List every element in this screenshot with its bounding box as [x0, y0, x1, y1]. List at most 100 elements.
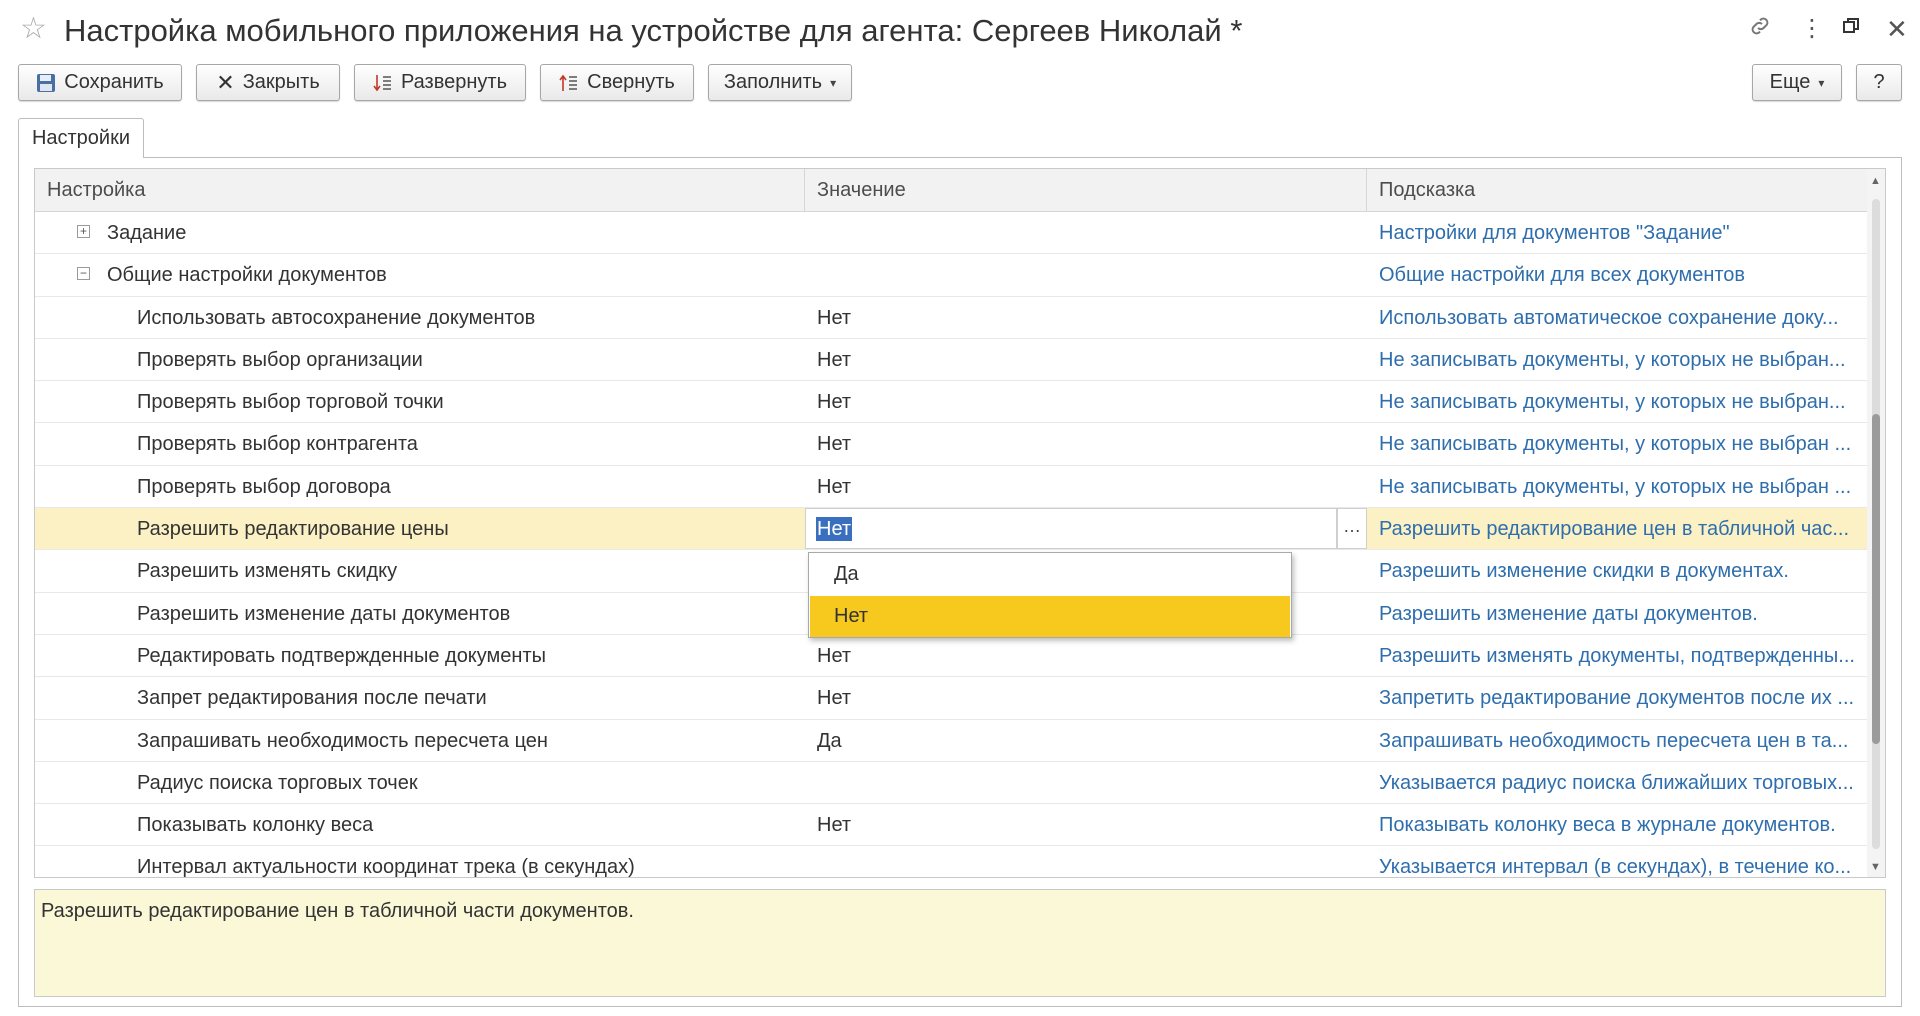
setting-value[interactable] [817, 846, 1357, 877]
setting-value[interactable]: Нет [817, 677, 1357, 719]
setting-hint: Не записывать документы, у которых не вы… [1379, 348, 1846, 371]
scroll-up-icon[interactable]: ▲ [1870, 175, 1881, 187]
chevron-down-icon: ▾ [1818, 75, 1825, 90]
setting-name: Редактировать подтвержденные документы [137, 644, 547, 667]
table-row[interactable]: Запрет редактирования после печати Нет З… [35, 677, 1867, 720]
toolbar: Сохранить ✕ Закрыть Развернуть Свернуть … [0, 62, 1920, 104]
fill-button[interactable]: Заполнить ▾ [708, 64, 852, 101]
floppy-disk-icon [36, 73, 56, 93]
tab-settings-label: Настройки [31, 127, 131, 149]
table-row[interactable]: Интервал актуальности координат трека (в… [35, 846, 1867, 878]
setting-value[interactable]: Нет [817, 804, 1357, 846]
setting-value[interactable] [817, 254, 1357, 296]
setting-value[interactable]: Да [817, 720, 1357, 762]
table-header: Настройка Значение Подсказка [35, 169, 1867, 212]
help-label: ? [1873, 71, 1885, 93]
fill-label: Заполнить [723, 71, 823, 93]
star-icon[interactable]: ☆ [20, 12, 47, 46]
setting-name: Проверять выбор организации [137, 348, 423, 371]
column-header-setting[interactable]: Настройка [35, 169, 805, 211]
setting-name: Разрешить редактирование цены [137, 518, 449, 541]
setting-hint: Общие настройки для всех документов [1379, 264, 1746, 287]
setting-hint: Показывать колонку веса в журнале докуме… [1379, 814, 1836, 837]
setting-value[interactable]: Нет [817, 466, 1357, 508]
table-row[interactable]: Запрашивать необходимость пересчета цен … [35, 720, 1867, 762]
setting-value[interactable] [817, 762, 1357, 804]
table-body: + Задание Настройки для документов "Зада… [35, 212, 1867, 878]
setting-hint: Указывается радиус поиска ближайших торг… [1379, 771, 1854, 794]
setting-value[interactable]: Нет [817, 635, 1357, 677]
setting-value[interactable]: Нет [817, 339, 1357, 381]
dropdown-option-yes[interactable]: Да [810, 554, 1290, 595]
more-button[interactable]: Еще ▾ [1752, 64, 1842, 101]
collapse-tree-icon [559, 73, 579, 93]
more-vertical-icon[interactable]: ⋮ [1800, 14, 1824, 44]
table-row[interactable]: + Задание Настройки для документов "Зада… [35, 212, 1867, 255]
scroll-thumb[interactable] [1872, 414, 1880, 744]
tab-settings[interactable]: Настройки [18, 118, 144, 158]
setting-name: Использовать автосохранение документов [137, 306, 536, 329]
dropdown-option-no[interactable]: Нет [810, 596, 1290, 637]
setting-name: Общие настройки документов [107, 264, 387, 287]
table-row[interactable]: Использовать автосохранение документов Н… [35, 297, 1867, 339]
close-icon[interactable]: ✕ [1886, 14, 1908, 44]
expand-label: Развернуть [400, 71, 507, 93]
table-row-selected[interactable]: Разрешить редактирование цены Нет … Разр… [35, 508, 1867, 551]
setting-name: Задание [107, 222, 187, 244]
setting-name: Радиус поиска торговых точек [137, 771, 418, 794]
link-icon[interactable] [1748, 14, 1772, 46]
setting-name: Проверять выбор договора [137, 475, 391, 498]
setting-hint: Разрешить изменять документы, подтвержде… [1379, 644, 1855, 667]
setting-hint: Разрешить редактирование цен в табличной… [1379, 518, 1850, 541]
table-row[interactable]: − Общие настройки документов Общие настр… [35, 254, 1867, 297]
setting-hint: Запрашивать необходимость пересчета цен … [1379, 729, 1849, 752]
close-button[interactable]: ✕ Закрыть [196, 64, 340, 101]
setting-value[interactable]: Нет [817, 381, 1357, 423]
setting-hint: Не записывать документы, у которых не вы… [1379, 433, 1852, 456]
table-row[interactable]: Показывать колонку веса Нет Показывать к… [35, 804, 1867, 847]
table-row[interactable]: Проверять выбор организации Нет Не запис… [35, 339, 1867, 382]
setting-hint: Указывается интервал (в секундах), в теч… [1379, 856, 1852, 878]
table-row[interactable]: Проверять выбор контрагента Нет Не запис… [35, 423, 1867, 466]
setting-name: Запрет редактирования после печати [137, 687, 487, 710]
collapse-label: Свернуть [587, 71, 675, 93]
select-dots-button[interactable]: … [1337, 508, 1367, 550]
setting-name: Проверять выбор торговой точки [137, 391, 444, 414]
restore-window-icon[interactable] [1842, 14, 1860, 44]
table-row[interactable]: Редактировать подтвержденные документы Н… [35, 635, 1867, 678]
setting-value[interactable]: Нет [817, 297, 1357, 339]
value-editor-input[interactable]: Нет [805, 508, 1337, 550]
setting-value[interactable]: Нет [817, 423, 1357, 465]
selected-value-text: Нет [816, 517, 853, 542]
table-row[interactable]: Радиус поиска торговых точек Указывается… [35, 762, 1867, 805]
setting-hint: Разрешить изменение даты документов. [1379, 602, 1758, 625]
setting-hint: Не записывать документы, у которых не вы… [1379, 475, 1852, 498]
setting-hint: Использовать автоматическое сохранение д… [1379, 306, 1839, 329]
setting-name: Интервал актуальности координат трека (в… [137, 856, 635, 878]
title-bar: ☆ Настройка мобильного приложения на уст… [0, 0, 1920, 60]
setting-name: Запрашивать необходимость пересчета цен [137, 729, 548, 752]
more-label: Еще [1769, 71, 1811, 93]
column-header-value[interactable]: Значение [805, 169, 1367, 211]
collapse-button[interactable]: Свернуть [540, 64, 694, 101]
chevron-down-icon: ▾ [830, 75, 837, 90]
column-header-hint[interactable]: Подсказка [1367, 169, 1867, 211]
setting-hint: Не записывать документы, у которых не вы… [1379, 391, 1846, 414]
setting-hint: Разрешить изменение скидки в документах. [1379, 560, 1789, 583]
x-icon: ✕ [216, 69, 235, 95]
scroll-down-icon[interactable]: ▼ [1870, 861, 1881, 873]
save-label: Сохранить [64, 71, 164, 93]
setting-name: Разрешить изменять скидку [137, 560, 398, 583]
table-row[interactable]: Проверять выбор договора Нет Не записыва… [35, 466, 1867, 509]
setting-value[interactable] [817, 212, 1357, 254]
window-title: Настройка мобильного приложения на устро… [64, 13, 1243, 48]
table-row[interactable]: Проверять выбор торговой точки Нет Не за… [35, 381, 1867, 424]
setting-hint: Запретить редактирование документов посл… [1379, 687, 1855, 710]
expand-button[interactable]: Развернуть [354, 64, 526, 101]
expand-tree-icon [373, 73, 393, 93]
help-button[interactable]: ? [1856, 64, 1902, 101]
vertical-scrollbar[interactable]: ▲ ▼ [1867, 169, 1885, 877]
setting-name: Разрешить изменение даты документов [137, 602, 511, 625]
settings-table: Настройка Значение Подсказка + Задание Н… [34, 168, 1886, 878]
save-button[interactable]: Сохранить [18, 64, 182, 101]
